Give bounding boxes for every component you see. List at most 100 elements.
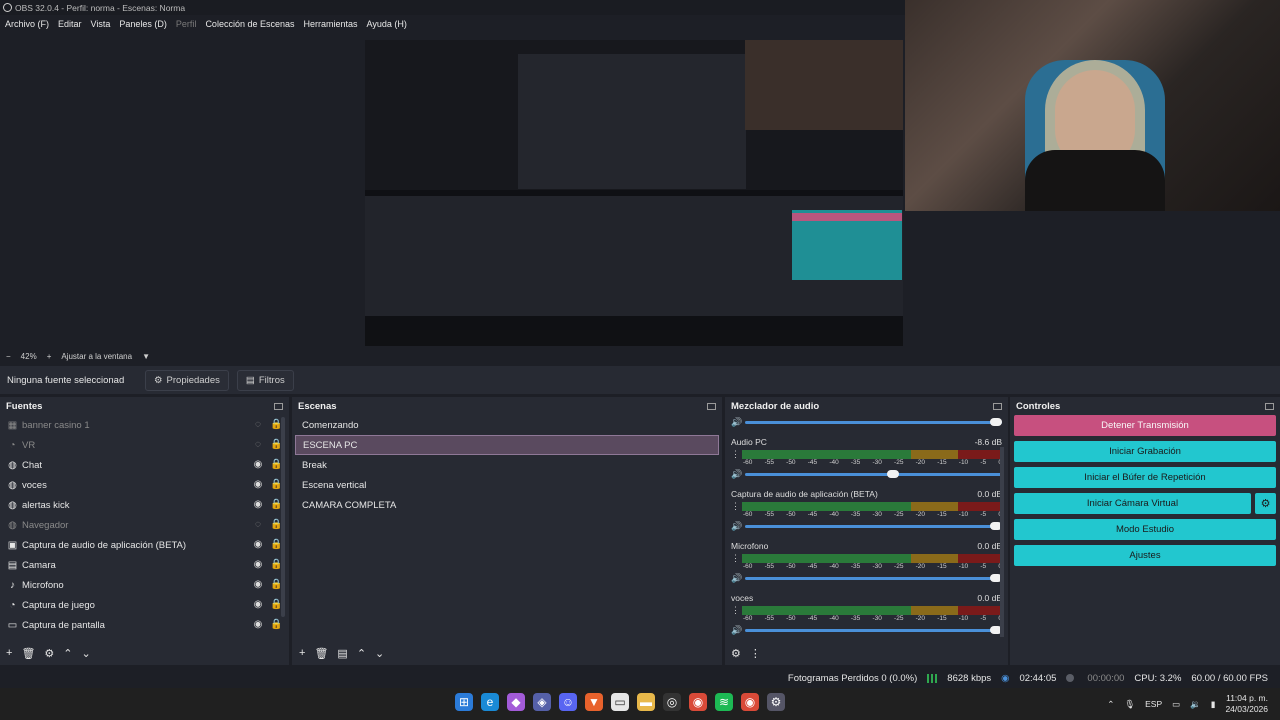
trash-icon[interactable]: 🗑 [314, 647, 328, 660]
add-scene-icon[interactable]: + [299, 647, 305, 659]
source-row[interactable]: ◍ Navegador ◌ 🔒 [0, 515, 289, 535]
fit-window-label[interactable]: Ajustar a la ventana [61, 352, 132, 361]
source-row[interactable]: ▤ Camara ◉ 🔒 [0, 555, 289, 575]
source-row[interactable]: ▦ banner casino 1 ◌ 🔒 [0, 415, 289, 435]
move-up-icon[interactable]: ⌃ [63, 647, 72, 660]
eye-icon[interactable]: ◉ [252, 579, 264, 591]
scene-row[interactable]: ESCENA PC [295, 435, 719, 455]
source-row[interactable]: ◔ VR ◌ 🔒 [0, 435, 289, 455]
source-row[interactable]: ▭ Captura de pantalla ◉ 🔒 [0, 615, 289, 635]
speaker-icon[interactable]: 🔊 [731, 573, 742, 584]
edge-icon[interactable]: e [481, 693, 499, 711]
folder-icon[interactable]: ▬ [637, 693, 655, 711]
trash-icon[interactable]: 🗑 [21, 647, 35, 660]
eye-off-icon[interactable]: ◌ [252, 439, 264, 451]
chevron-up-icon[interactable]: ⌃ [1107, 699, 1114, 710]
volume-slider[interactable] [745, 521, 1002, 530]
source-row[interactable]: ◍ Chat ◉ 🔒 [0, 455, 289, 475]
lock-icon[interactable]: 🔒 [270, 619, 282, 631]
volume-slider[interactable] [745, 625, 1002, 634]
clock[interactable]: 11:04 p. m. 24/03/2026 [1225, 693, 1268, 715]
move-up-icon[interactable]: ⌃ [357, 647, 366, 660]
studio-mode-button[interactable]: Modo Estudio [1014, 519, 1276, 540]
eye-icon[interactable]: ◉ [252, 539, 264, 551]
scene-row[interactable]: Break [295, 455, 719, 475]
scene-row[interactable]: CAMARA COMPLETA [295, 495, 719, 515]
settings-button[interactable]: Ajustes [1014, 545, 1276, 566]
chrome-icon[interactable]: ◉ [689, 693, 707, 711]
mixer-scrollbar[interactable] [1000, 447, 1004, 637]
start-replay-buffer-button[interactable]: Iniciar el Búfer de Repetición [1014, 467, 1276, 488]
speaker-icon[interactable]: 🔊 [731, 521, 742, 532]
settings-icon[interactable]: ⚙ [767, 693, 785, 711]
dock-float-icon[interactable] [274, 402, 283, 410]
battery-icon[interactable]: ▮ [1211, 699, 1216, 710]
start-icon[interactable]: ⊞ [455, 693, 473, 711]
volume-slider[interactable] [745, 573, 1002, 582]
dock-float-icon[interactable] [707, 402, 716, 410]
scene-row[interactable]: Escena vertical [295, 475, 719, 495]
microphone-icon[interactable]: 🎙 [1124, 699, 1135, 710]
more-options-icon[interactable]: ⋮ [750, 647, 761, 660]
source-row[interactable]: ◍ voces ◉ 🔒 [0, 475, 289, 495]
vcam-settings-gear-icon[interactable]: ⚙ [1255, 493, 1276, 514]
gear-icon[interactable]: ⚙ [44, 647, 54, 660]
eye-icon[interactable]: ◉ [252, 479, 264, 491]
channel-menu-icon[interactable]: ⋮ [731, 449, 740, 460]
spotify-icon[interactable]: ≋ [715, 693, 733, 711]
properties-button[interactable]: ⚙ Propiedades [145, 369, 229, 391]
dock-float-icon[interactable] [993, 402, 1002, 410]
start-recording-button[interactable]: Iniciar Grabación [1014, 441, 1276, 462]
copilot-icon[interactable]: ◆ [507, 693, 525, 711]
menu-coleccion-escenas[interactable]: Colección de Escenas [205, 19, 294, 29]
network-icon[interactable]: ▭ [1172, 699, 1180, 710]
dock-float-icon[interactable] [1265, 402, 1274, 410]
menu-vista[interactable]: Vista [91, 19, 111, 29]
zoom-out-icon[interactable]: − [6, 352, 11, 361]
speaker-icon[interactable]: 🔊 [731, 469, 742, 480]
menu-perfil[interactable]: Perfil [176, 19, 197, 29]
menu-herramientas[interactable]: Herramientas [304, 19, 358, 29]
eye-off-icon[interactable]: ◌ [252, 519, 264, 531]
speaker-icon[interactable]: 🔊 [731, 417, 742, 428]
file-icon[interactable]: ▭ [611, 693, 629, 711]
volume-slider[interactable] [745, 469, 1002, 478]
eye-icon[interactable]: ◉ [252, 599, 264, 611]
menu-paneles[interactable]: Paneles (D) [119, 19, 167, 29]
menu-archivo[interactable]: Archivo (F) [5, 19, 49, 29]
language-indicator[interactable]: ESP [1145, 699, 1162, 709]
eye-icon[interactable]: ◉ [252, 499, 264, 511]
move-down-icon[interactable]: ⌄ [82, 647, 91, 660]
chrome-active-icon[interactable]: ◉ [741, 693, 759, 711]
eye-icon[interactable]: ◉ [252, 559, 264, 571]
eye-icon[interactable]: ◉ [252, 619, 264, 631]
source-row[interactable]: ♪ Microfono ◉ 🔒 [0, 575, 289, 595]
github-icon[interactable]: ◎ [663, 693, 681, 711]
channel-menu-icon[interactable]: ⋮ [731, 605, 740, 616]
sources-scrollbar[interactable] [281, 417, 285, 617]
chevron-down-icon[interactable]: ▼ [142, 352, 150, 361]
source-row[interactable]: ◍ alertas kick ◉ 🔒 [0, 495, 289, 515]
app-icon[interactable]: ◈ [533, 693, 551, 711]
menu-editar[interactable]: Editar [58, 19, 82, 29]
stop-stream-button[interactable]: Detener Transmisión [1014, 415, 1276, 436]
speaker-icon[interactable]: 🔊 [731, 625, 742, 636]
channel-menu-icon[interactable]: ⋮ [731, 553, 740, 564]
start-virtual-camera-button[interactable]: Iniciar Cámara Virtual [1014, 493, 1251, 514]
volume-icon[interactable]: 🔉 [1190, 699, 1201, 710]
advanced-audio-icon[interactable]: ⚙ [731, 647, 741, 660]
menu-ayuda[interactable]: Ayuda (H) [367, 19, 407, 29]
source-row[interactable]: ◔ Captura de juego ◉ 🔒 [0, 595, 289, 615]
move-down-icon[interactable]: ⌄ [375, 647, 384, 660]
brave-icon[interactable]: ▼ [585, 693, 603, 711]
discord-icon[interactable]: ☺ [559, 693, 577, 711]
filter-icon[interactable]: ▤ [337, 647, 347, 660]
program-canvas[interactable] [365, 40, 903, 346]
add-source-icon[interactable]: + [6, 647, 12, 659]
source-row[interactable]: ▣ Captura de audio de aplicación (BETA) ◉ 🔒 [0, 535, 289, 555]
scene-row[interactable]: Comenzando [295, 415, 719, 435]
channel-menu-icon[interactable]: ⋮ [731, 501, 740, 512]
eye-off-icon[interactable]: ◌ [252, 419, 264, 431]
zoom-in-icon[interactable]: + [47, 352, 52, 361]
eye-icon[interactable]: ◉ [252, 459, 264, 471]
